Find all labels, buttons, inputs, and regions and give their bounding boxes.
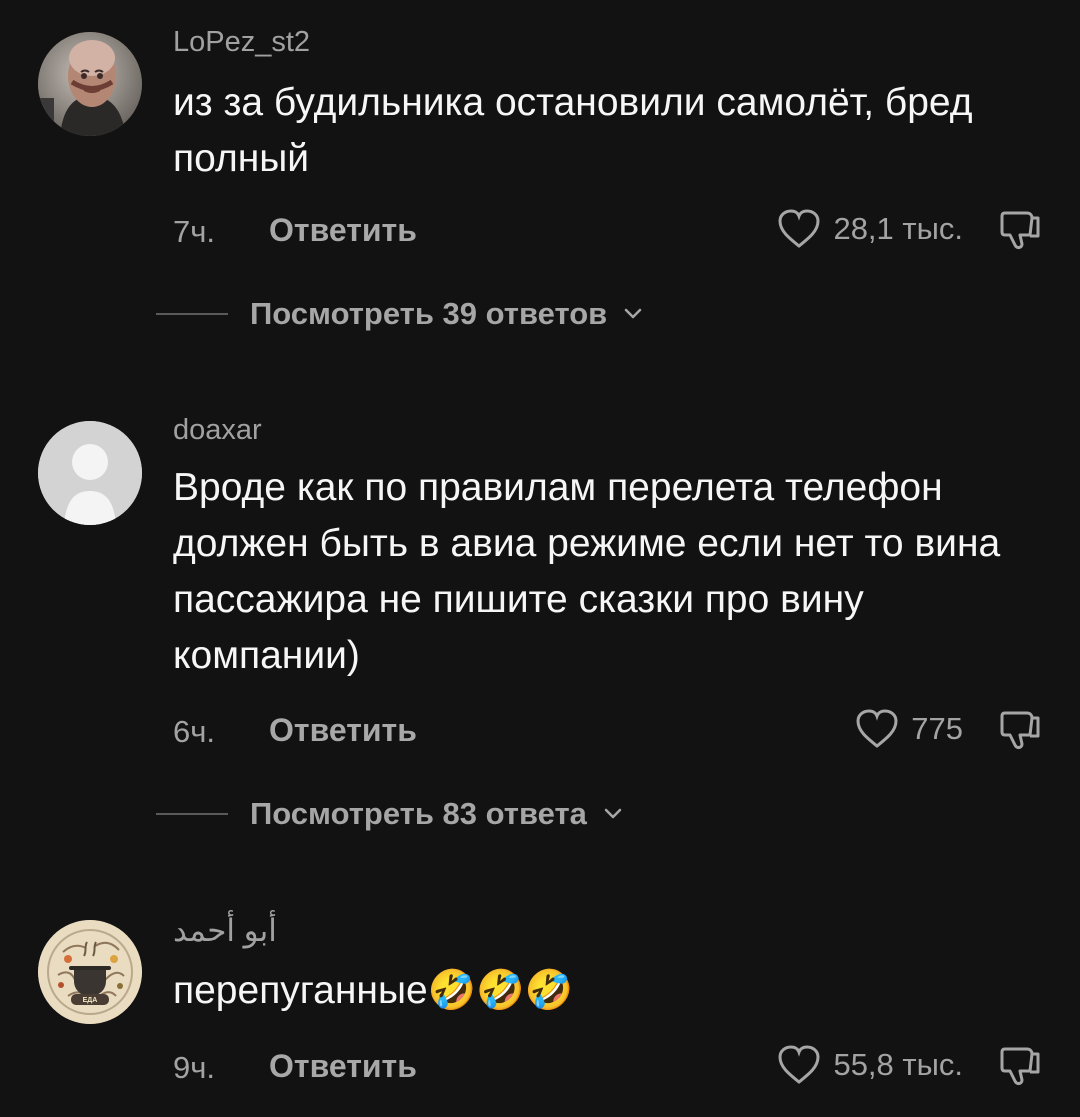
divider-line: [156, 813, 228, 815]
dislike-icon[interactable]: [995, 205, 1043, 253]
comment-meta: 7ч. Ответить 28,1 тыс.: [173, 204, 1053, 254]
username[interactable]: أبو أحمد: [173, 915, 277, 946]
chevron-down-icon: [604, 808, 622, 819]
username[interactable]: LoPez_st2: [173, 28, 310, 57]
reply-button[interactable]: Ответить: [269, 712, 417, 749]
comment-meta: 6ч. Ответить 775: [173, 704, 1053, 754]
divider-line: [156, 313, 228, 315]
heart-icon[interactable]: [853, 705, 901, 753]
chevron-down-icon: [624, 308, 642, 319]
reply-button[interactable]: Ответить: [269, 212, 417, 249]
username[interactable]: doaxar: [173, 416, 262, 445]
like-button[interactable]: 28,1 тыс.: [775, 204, 963, 254]
like-button[interactable]: 55,8 тыс.: [775, 1040, 963, 1090]
like-count: 28,1 тыс.: [833, 211, 963, 246]
avatar[interactable]: [38, 32, 142, 136]
comment-meta: 9ч. Ответить 55,8 тыс.: [173, 1040, 1053, 1090]
comment-time: 7ч.: [173, 214, 216, 249]
comment-text: Вроде как по правилам перелета телефон д…: [173, 466, 1001, 677]
comment-text: из за будильника остановили самолёт, бре…: [173, 81, 973, 180]
comment-time: 9ч.: [173, 1050, 216, 1085]
view-replies-button[interactable]: Посмотреть 83 ответа: [156, 794, 627, 834]
like-button[interactable]: 775: [853, 704, 963, 754]
comment-item-3: EДA أبو أحمد перепуганные🤣🤣🤣 9ч. Ответит…: [0, 890, 1080, 1117]
view-replies-label: Посмотреть 39 ответов: [250, 296, 608, 331]
reply-button[interactable]: Ответить: [269, 1048, 417, 1085]
comment-item-2: doaxar Вроде как по правилам перелета те…: [0, 390, 1080, 890]
like-count: 775: [911, 711, 963, 746]
avatar[interactable]: EДA: [38, 920, 142, 1024]
view-replies-label: Посмотреть 83 ответа: [250, 796, 587, 831]
comment-time: 6ч.: [173, 714, 216, 749]
dislike-icon[interactable]: [995, 705, 1043, 753]
heart-icon[interactable]: [775, 205, 823, 253]
dislike-icon[interactable]: [995, 1041, 1043, 1089]
comment-text: перепуганные🤣🤣🤣: [173, 969, 574, 1012]
logo-text: EДA: [83, 997, 98, 1004]
like-count: 55,8 тыс.: [833, 1047, 963, 1082]
view-replies-button[interactable]: Посмотреть 39 ответов: [156, 294, 647, 334]
comment-item-1: LoPez_st2 из за будильника остановили са…: [0, 0, 1080, 390]
avatar[interactable]: [38, 421, 142, 525]
heart-icon[interactable]: [775, 1041, 823, 1089]
